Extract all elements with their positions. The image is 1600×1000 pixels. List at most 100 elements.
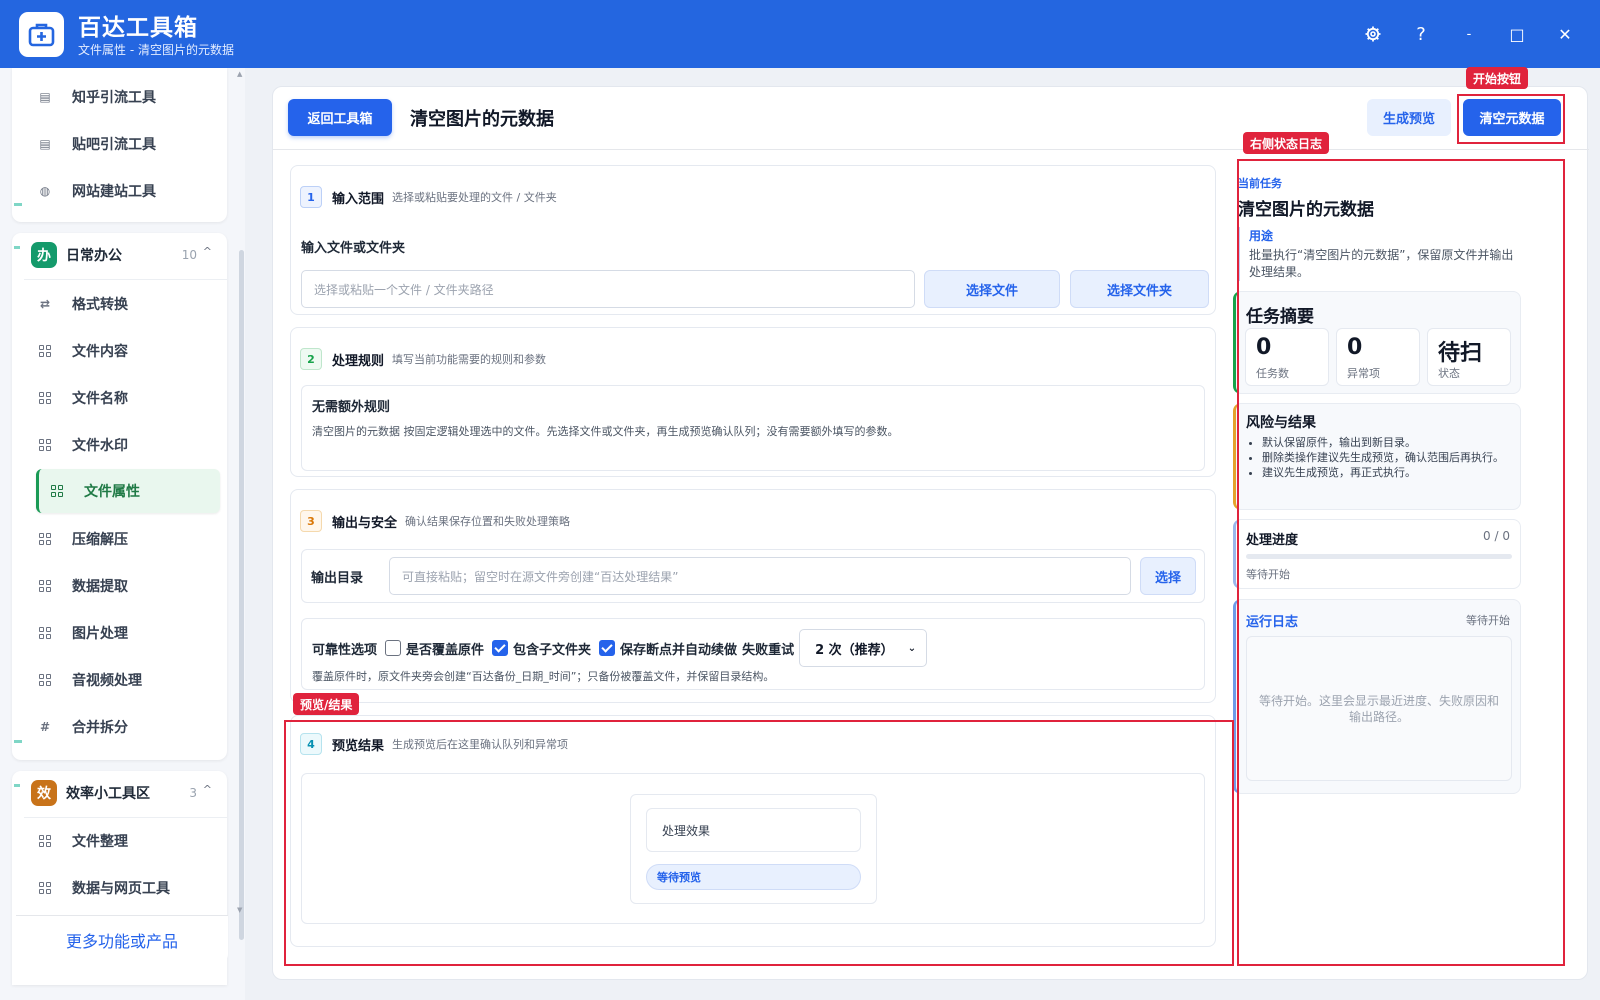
sidebar-item-label: 文件内容 — [72, 344, 128, 360]
path-input[interactable]: 选择或粘贴一个文件 / 文件夹路径 — [301, 270, 915, 308]
retry-label: 失败重试 — [742, 642, 795, 658]
generate-preview-button[interactable]: 生成预览 — [1367, 99, 1451, 136]
select-file-button[interactable]: 选择文件 — [924, 270, 1060, 308]
sidebar-item-label: 格式转换 — [72, 297, 128, 313]
sidebar-item-label: 数据与网页工具 — [72, 881, 170, 897]
sidebar-item-label: 文件水印 — [72, 438, 128, 454]
sidebar-item-zhihu[interactable]: ▤ 知乎引流工具 — [24, 75, 214, 119]
subfolder-checkbox[interactable] — [492, 640, 509, 656]
back-button[interactable]: 返回工具箱 — [288, 99, 392, 136]
grid-icon — [38, 438, 52, 452]
app-title: 百达工具箱 — [78, 15, 198, 41]
output-dir-box: 输出目录 可直接粘贴；留空时在源文件旁创建“百达处理结果” 选择 — [301, 549, 1205, 603]
section-desc: 填写当前功能需要的规则和参数 — [392, 353, 547, 366]
annotation-right-log-tag: 右侧状态日志 — [1243, 132, 1330, 154]
sidebar-item-compress[interactable]: 压缩解压 — [24, 517, 214, 561]
section-output: 3 输出与安全 确认结果保存位置和失败处理策略 输出目录 可直接粘贴；留空时在源… — [290, 489, 1216, 703]
sidebar: ▤ 知乎引流工具 ▤ 贴吧引流工具 ◍ 网站建站工具 办 日常办公 10 ^ ⇄… — [0, 68, 245, 1000]
settings-button[interactable] — [1357, 18, 1389, 50]
output-dir-input[interactable]: 可直接粘贴；留空时在源文件旁创建“百达处理结果” — [389, 557, 1131, 595]
globe-icon: ◍ — [39, 184, 51, 198]
sidebar-item-label: 网站建站工具 — [72, 184, 156, 200]
sidebar-item-label: 合并拆分 — [72, 720, 128, 736]
divider — [24, 279, 227, 280]
sidebar-item-tieba[interactable]: ▤ 贴吧引流工具 — [24, 122, 214, 166]
section-header: 2 处理规则 填写当前功能需要的规则和参数 — [300, 348, 546, 370]
sidebar-item-file-content[interactable]: 文件内容 — [24, 329, 214, 373]
sidebar-item-data-web[interactable]: 数据与网页工具 — [24, 866, 214, 910]
section-rules: 2 处理规则 填写当前功能需要的规则和参数 无需额外规则 清空图片的元数据 按固… — [290, 327, 1216, 477]
sidebar-item-label: 文件名称 — [72, 391, 128, 407]
sidebar-item-label: 数据提取 — [72, 579, 128, 595]
group-name: 效率小工具区 — [66, 786, 150, 802]
sidebar-item-website[interactable]: ◍ 网站建站工具 — [24, 169, 214, 213]
sidebar-item-label: 音视频处理 — [72, 673, 142, 689]
annotation-preview-tag: 预览/结果 — [293, 693, 360, 715]
chevron-up-icon[interactable]: ^ — [203, 783, 212, 796]
sidebar-scrollbar[interactable] — [239, 250, 244, 940]
sidebar-item-merge-split[interactable]: # 合并拆分 — [24, 705, 214, 749]
subfolder-label: 包含子文件夹 — [513, 642, 592, 658]
scroll-down-arrow[interactable]: ▼ — [237, 906, 242, 914]
minimize-button[interactable]: - — [1453, 18, 1485, 50]
reliability-label: 可靠性选项 — [312, 642, 378, 658]
overwrite-checkbox[interactable] — [385, 640, 402, 656]
group-badge: 办 — [31, 242, 57, 268]
group-header-office[interactable]: 办 日常办公 10 ^ — [12, 233, 227, 277]
sidebar-item-format-convert[interactable]: ⇄ 格式转换 — [24, 282, 214, 326]
scroll-up-arrow[interactable]: ▲ — [237, 70, 242, 78]
annotation-start-button-tag: 开始按钮 — [1466, 67, 1529, 89]
grid-icon — [38, 673, 52, 687]
chevron-up-icon[interactable]: ^ — [203, 245, 212, 258]
section-input: 1 输入范围 选择或粘贴要处理的文件 / 文件夹 输入文件或文件夹 选择或粘贴一… — [290, 165, 1216, 315]
sidebar-item-image-processing[interactable]: 图片处理 — [24, 611, 214, 655]
grid-icon — [38, 881, 52, 895]
toolbox-icon — [28, 23, 55, 47]
sidebar-item-label: 压缩解压 — [72, 532, 128, 548]
grid-icon — [38, 626, 52, 640]
resume-label: 保存断点并自动续做 — [620, 642, 738, 658]
hash-icon: # — [39, 720, 51, 734]
annotation-start-button-box — [1457, 94, 1565, 144]
sidebar-item-audio-video[interactable]: 音视频处理 — [24, 658, 214, 702]
group-badge: 效 — [31, 780, 57, 806]
sidebar-item-file-watermark[interactable]: 文件水印 — [24, 423, 214, 467]
tree-marker — [14, 784, 20, 787]
sidebar-item-file-organize[interactable]: 文件整理 — [24, 819, 214, 863]
section-title: 输入范围 — [332, 191, 385, 207]
section-header: 3 输出与安全 确认结果保存位置和失败处理策略 — [300, 510, 570, 532]
step-number: 1 — [300, 186, 322, 208]
section-header: 1 输入范围 选择或粘贴要处理的文件 / 文件夹 — [300, 186, 557, 208]
section-desc: 确认结果保存位置和失败处理策略 — [405, 515, 571, 528]
close-button[interactable]: ✕ — [1549, 18, 1581, 50]
maximize-button[interactable]: □ — [1501, 18, 1533, 50]
grid-icon — [38, 344, 52, 358]
app-subtitle: 文件属性 - 清空图片的元数据 — [78, 43, 234, 57]
title-bar: 百达工具箱 文件属性 - 清空图片的元数据 ? - □ ✕ — [0, 0, 1600, 68]
help-button[interactable]: ? — [1405, 18, 1437, 50]
sidebar-item-file-name[interactable]: 文件名称 — [24, 376, 214, 420]
group-header-efficiency[interactable]: 效 效率小工具区 3 ^ — [12, 771, 227, 815]
choose-output-button[interactable]: 选择 — [1140, 557, 1196, 595]
sidebar-item-data-extract[interactable]: 数据提取 — [24, 564, 214, 608]
sidebar-item-file-properties[interactable]: 文件属性 — [36, 469, 220, 513]
reliability-row: 可靠性选项 是否覆盖原件 包含子文件夹 保存断点并自动续做 失败重试 2 次（推… — [312, 629, 928, 667]
section-desc: 选择或粘贴要处理的文件 / 文件夹 — [392, 191, 557, 204]
rules-box-title: 无需额外规则 — [312, 400, 391, 415]
resume-checkbox[interactable] — [599, 640, 616, 656]
retry-select[interactable]: 2 次（推荐） ⌄ — [799, 629, 928, 667]
divider — [24, 817, 227, 818]
select-folder-button[interactable]: 选择文件夹 — [1070, 270, 1209, 308]
retry-select-value: 2 次（推荐） — [815, 642, 894, 658]
grid-icon — [50, 484, 64, 498]
section-title: 输出与安全 — [332, 515, 398, 531]
input-label: 输入文件或文件夹 — [301, 241, 406, 256]
overwrite-note: 覆盖原件时，原文件夹旁会创建“百达备份_日期_时间”；只备份被覆盖文件，并保留目… — [312, 670, 775, 683]
page-title: 清空图片的元数据 — [410, 109, 554, 130]
overwrite-label: 是否覆盖原件 — [406, 642, 485, 658]
grid-icon — [38, 532, 52, 546]
more-features-link[interactable]: 更多功能或产品 — [16, 915, 228, 963]
sidebar-item-label: 图片处理 — [72, 626, 128, 642]
tree-marker — [14, 203, 22, 206]
group-count: 3 — [189, 786, 197, 800]
